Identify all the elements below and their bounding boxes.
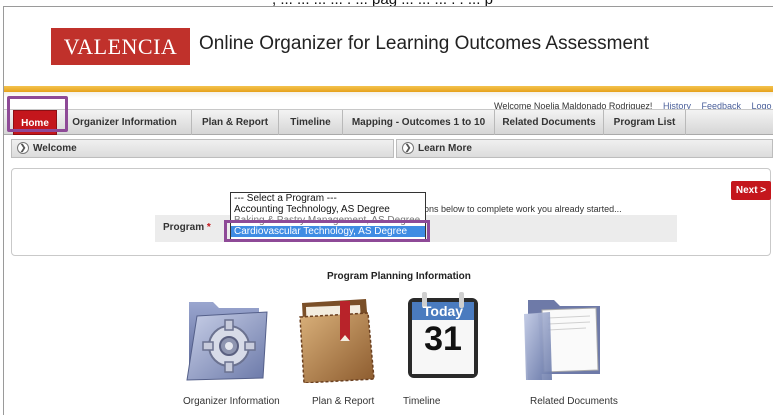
- nav-mapping[interactable]: Mapping - Outcomes 1 to 10: [343, 110, 495, 135]
- welcome-panel-label: Welcome: [33, 143, 77, 154]
- dropdown-option[interactable]: Accounting Technology, AS Degree: [231, 204, 425, 215]
- calendar-day: 31: [424, 320, 462, 358]
- leather-folder-icon[interactable]: [296, 295, 376, 384]
- instruction-text: ons below to complete work you already s…: [424, 204, 622, 214]
- main-nav: Home Organizer Information Plan & Report…: [4, 109, 773, 135]
- required-mark: *: [206, 222, 211, 233]
- dropdown-option[interactable]: --- Select a Program ---: [231, 193, 425, 204]
- organizer-information-label[interactable]: Organizer Information: [183, 396, 280, 407]
- document-folder-icon[interactable]: [520, 292, 610, 382]
- nav-program-list[interactable]: Program List: [604, 110, 686, 135]
- calendar-word: Today: [422, 303, 464, 319]
- learn-more-panel-header[interactable]: ❯ Learn More: [396, 139, 773, 158]
- related-documents-label[interactable]: Related Documents: [530, 396, 618, 407]
- valencia-logo: VALENCIA: [51, 28, 190, 65]
- nav-organizer-information[interactable]: Organizer Information: [58, 110, 192, 135]
- home-callout-box: [7, 96, 68, 132]
- program-label: Program *: [163, 222, 211, 233]
- nav-timeline[interactable]: Timeline: [279, 110, 343, 135]
- nav-related-documents[interactable]: Related Documents: [495, 110, 604, 135]
- learn-more-panel-label: Learn More: [418, 143, 472, 154]
- welcome-panel-header[interactable]: ❯ Welcome: [11, 139, 394, 158]
- app-title: Online Organizer for Learning Outcomes A…: [199, 33, 649, 54]
- program-label-text: Program: [163, 222, 205, 233]
- timeline-label[interactable]: Timeline: [403, 396, 440, 407]
- dropdown-callout-box: [224, 220, 430, 242]
- planning-section-title: Program Planning Information: [327, 271, 471, 282]
- header: VALENCIA Online Organizer for Learning O…: [4, 7, 773, 99]
- next-button[interactable]: Next >: [731, 181, 771, 200]
- plan-report-label[interactable]: Plan & Report: [312, 396, 374, 407]
- header-gold-shadow: [4, 92, 773, 98]
- nav-plan-report[interactable]: Plan & Report: [192, 110, 279, 135]
- gear-folder-icon[interactable]: [183, 292, 271, 382]
- chevron-right-icon: ❯: [402, 142, 414, 155]
- chevron-right-icon: ❯: [17, 142, 29, 155]
